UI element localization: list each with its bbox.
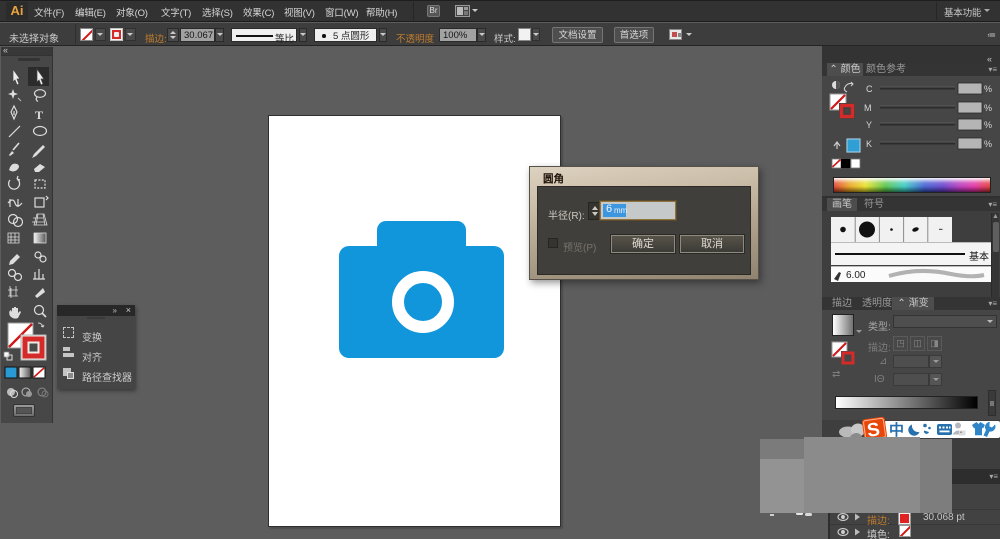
svg-text:%: % (984, 103, 992, 113)
svg-text:%: % (984, 139, 992, 149)
svg-text:Y: Y (866, 120, 872, 130)
svg-text:C: C (866, 84, 873, 94)
svg-text:M: M (864, 103, 872, 113)
svg-text:K: K (866, 139, 872, 149)
svg-text:%: % (984, 120, 992, 130)
svg-text:T: T (35, 108, 43, 122)
svg-text:%: % (984, 84, 992, 94)
svg-text:中: 中 (889, 421, 904, 438)
